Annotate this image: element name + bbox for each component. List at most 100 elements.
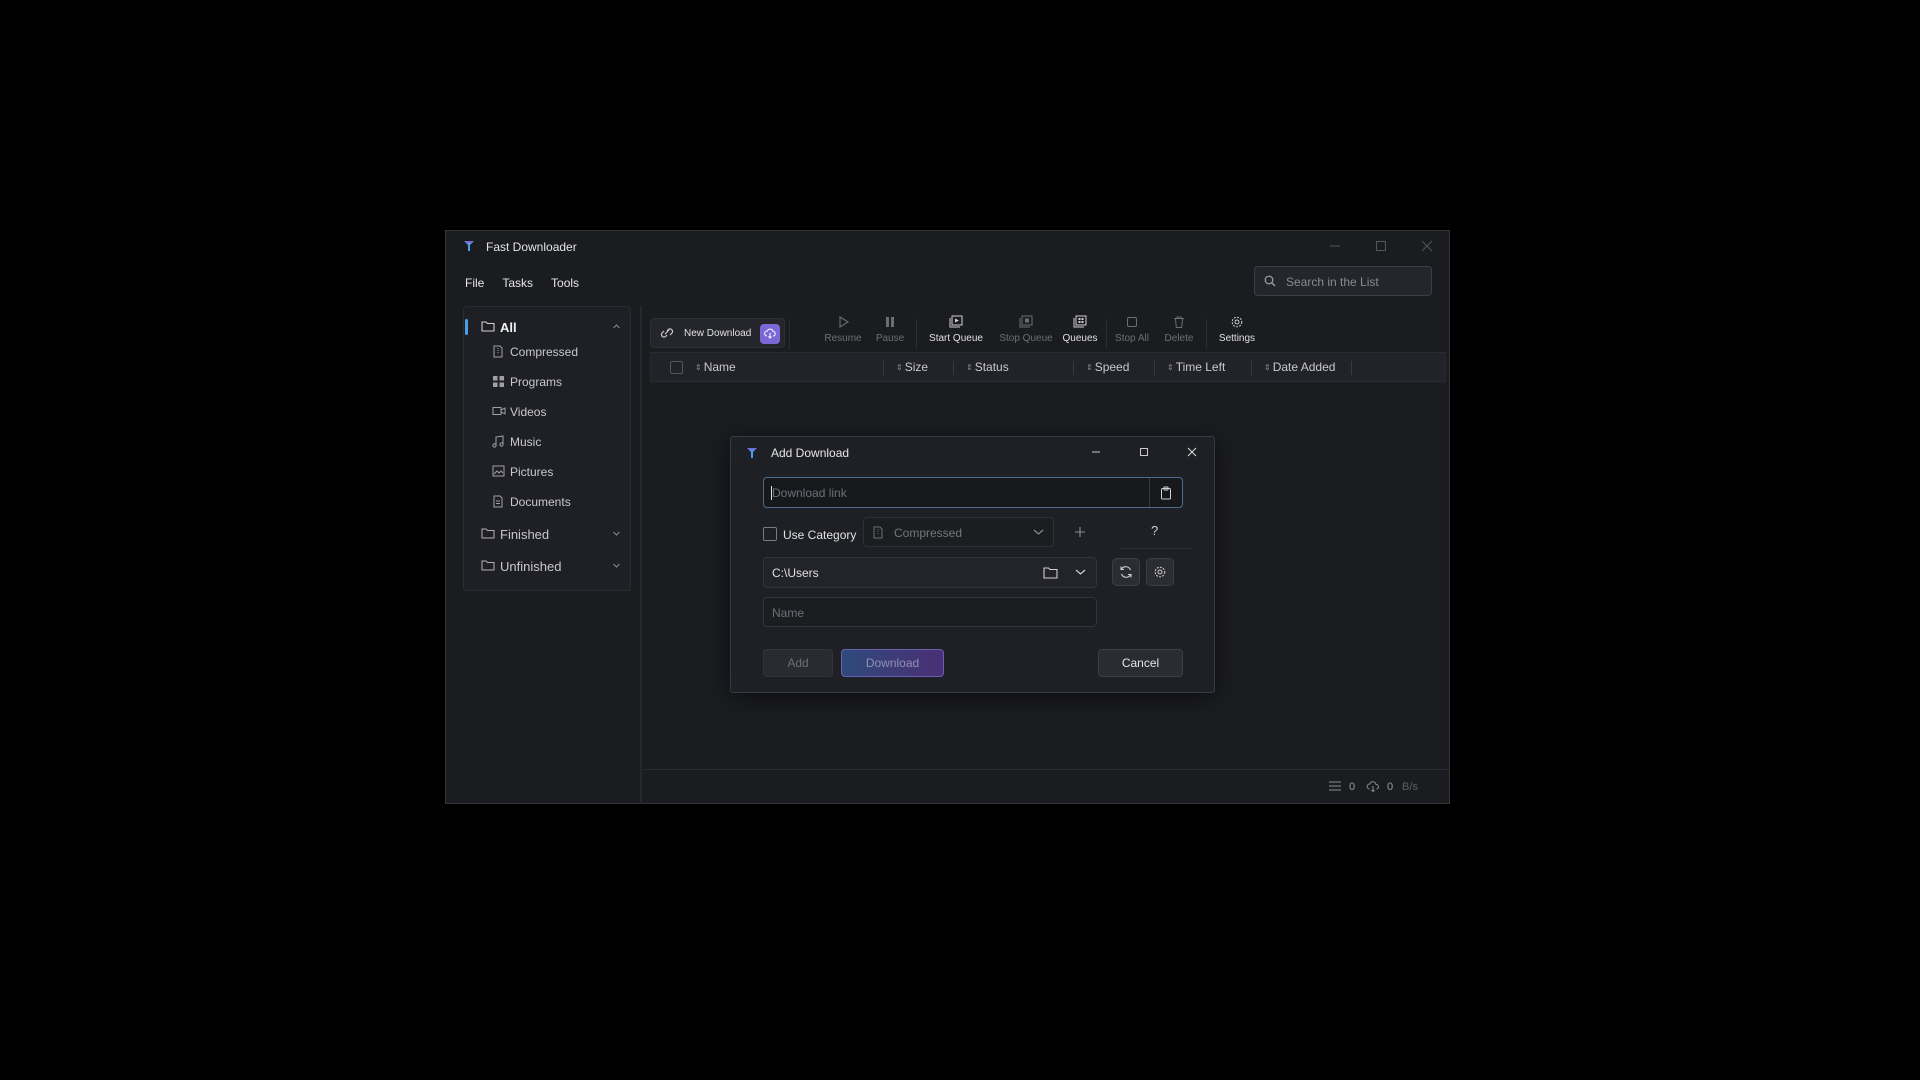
refresh-button[interactable] — [1112, 558, 1140, 586]
sidebar-item-finished[interactable]: Finished — [481, 523, 626, 545]
file-name-placeholder: Name — [772, 606, 805, 620]
archive-file-icon — [872, 526, 884, 539]
panel-divider — [640, 306, 642, 804]
link-icon — [659, 326, 675, 340]
chevron-down-icon[interactable] — [1075, 568, 1086, 576]
dialog-close-button[interactable] — [1180, 442, 1204, 462]
sidebar-item-programs[interactable]: Programs — [492, 371, 622, 393]
stop-queue-button[interactable]: Stop Queue — [991, 315, 1061, 355]
gear-icon — [1154, 566, 1166, 578]
download-link-input[interactable]: Download link — [763, 477, 1183, 508]
search-icon — [1264, 275, 1276, 287]
video-icon — [492, 405, 506, 417]
folder-icon — [481, 559, 495, 571]
document-icon — [492, 495, 504, 508]
column-divider[interactable] — [1251, 361, 1252, 375]
queue-start-icon — [948, 315, 964, 329]
stop-all-label: Stop All — [1115, 333, 1149, 344]
cancel-button[interactable]: Cancel — [1098, 649, 1183, 677]
column-speed[interactable]: ⇕ Speed — [1086, 360, 1129, 374]
column-divider[interactable] — [1073, 361, 1074, 375]
menu-tools[interactable]: Tools — [544, 273, 586, 295]
sidebar-item-documents[interactable]: Documents — [492, 491, 622, 513]
save-path-value: C:\Users — [772, 566, 819, 580]
folder-icon — [481, 527, 495, 539]
divider — [1121, 548, 1191, 549]
chevron-up-icon[interactable] — [612, 322, 621, 331]
column-divider[interactable] — [883, 361, 884, 375]
use-category-label: Use Category — [783, 528, 857, 542]
image-icon — [492, 465, 505, 477]
column-divider[interactable] — [1154, 361, 1155, 375]
speed-unit: B/s — [1402, 781, 1418, 793]
dialog-maximize-button[interactable] — [1132, 442, 1156, 462]
title-bar: Fast Downloader — [446, 231, 1449, 261]
column-status[interactable]: ⇕ Status — [966, 360, 1009, 374]
download-button[interactable]: Download — [841, 649, 944, 677]
delete-label: Delete — [1164, 333, 1194, 344]
column-size[interactable]: ⇕ Size — [896, 360, 928, 374]
resume-label: Resume — [824, 333, 862, 344]
sidebar-item-label: Documents — [510, 495, 571, 509]
sidebar-item-label: Finished — [500, 527, 550, 542]
close-button[interactable] — [1404, 231, 1450, 261]
speed-value: 0 — [1387, 781, 1394, 793]
column-time-left[interactable]: ⇕ Time Left — [1167, 360, 1225, 374]
column-divider[interactable] — [953, 361, 954, 375]
new-download-button[interactable]: New Download — [650, 318, 785, 348]
add-button[interactable]: Add — [763, 649, 833, 677]
minimize-button[interactable] — [1312, 231, 1358, 261]
list-icon — [1329, 781, 1341, 791]
gear-icon — [1230, 315, 1244, 329]
sidebar-item-label: Music — [510, 435, 542, 449]
queues-button[interactable]: Queues — [1060, 315, 1100, 355]
download-options-button[interactable] — [1146, 558, 1174, 586]
add-category-button[interactable] — [1065, 517, 1095, 547]
column-divider[interactable] — [1351, 361, 1352, 375]
paste-clipboard-button[interactable] — [1149, 478, 1182, 507]
sidebar-item-unfinished[interactable]: Unfinished — [481, 555, 626, 577]
sidebar-item-videos[interactable]: Videos — [492, 401, 622, 423]
checkbox-box[interactable] — [763, 527, 777, 541]
browse-folder-icon[interactable] — [1043, 566, 1058, 579]
stop-icon — [1125, 315, 1139, 329]
help-icon[interactable]: ? — [1151, 523, 1158, 538]
cloud-download-icon[interactable] — [760, 324, 780, 344]
pause-label: Pause — [875, 333, 905, 344]
pause-icon — [883, 315, 897, 329]
queues-label: Queues — [1062, 333, 1098, 344]
column-name[interactable]: ⇕ Name — [695, 360, 736, 374]
download-count: 0 — [1349, 781, 1356, 793]
file-name-input[interactable]: Name — [763, 597, 1097, 627]
sidebar-item-label: Programs — [510, 375, 563, 389]
category-select-value: Compressed — [894, 526, 963, 540]
select-all-checkbox[interactable] — [670, 361, 683, 374]
delete-button[interactable]: Delete — [1159, 315, 1199, 355]
dialog-minimize-button[interactable] — [1084, 442, 1108, 462]
chevron-down-icon[interactable] — [612, 561, 621, 570]
sidebar-item-music[interactable]: Music — [492, 431, 622, 453]
menu-file[interactable]: File — [458, 273, 491, 295]
refresh-icon — [1120, 566, 1132, 578]
selection-indicator — [465, 319, 468, 335]
save-path-field[interactable]: C:\Users — [763, 557, 1097, 588]
category-sidebar: All Compressed Programs Videos Music Pic… — [463, 306, 631, 591]
trash-icon — [1172, 315, 1186, 329]
stop-all-button[interactable]: Stop All — [1102, 315, 1162, 355]
resume-button[interactable]: Resume — [823, 315, 863, 355]
add-download-dialog: Add Download Download link Use Category … — [730, 436, 1215, 693]
category-select[interactable]: Compressed — [863, 517, 1054, 547]
pause-button[interactable]: Pause — [870, 315, 910, 355]
sidebar-item-all[interactable]: All — [464, 315, 630, 339]
chevron-down-icon[interactable] — [612, 529, 621, 538]
sidebar-item-compressed[interactable]: Compressed — [492, 341, 622, 363]
maximize-button[interactable] — [1358, 231, 1404, 261]
start-queue-button[interactable]: Start Queue — [921, 315, 991, 355]
search-placeholder: Search in the List — [1286, 275, 1379, 289]
search-input[interactable]: Search in the List — [1254, 266, 1432, 296]
column-date-added[interactable]: ⇕ Date Added — [1264, 360, 1335, 374]
sidebar-item-pictures[interactable]: Pictures — [492, 461, 622, 483]
archive-file-icon — [492, 345, 504, 358]
menu-tasks[interactable]: Tasks — [495, 273, 540, 295]
settings-button[interactable]: Settings — [1212, 315, 1262, 355]
